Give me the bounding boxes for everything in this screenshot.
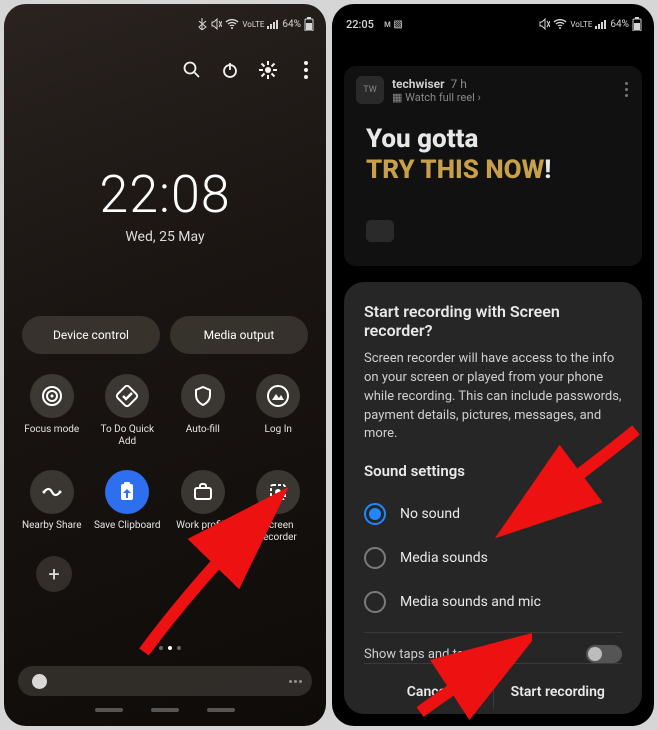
nav-bar: [4, 708, 326, 724]
shield-icon: [181, 374, 225, 418]
status-bar: VoLTE 64%: [4, 4, 326, 38]
tile-to-do-quick-add[interactable]: To Do Quick Add: [92, 374, 162, 448]
tile-label: Nearby Share: [22, 520, 82, 542]
tile-label: Work profile: [176, 520, 229, 542]
tile-save-clipboard[interactable]: Save Clipboard: [92, 470, 162, 544]
tile-label: Log In: [265, 424, 292, 446]
radio-label: Media sounds: [400, 550, 488, 566]
bluetooth-icon: [197, 18, 207, 30]
check-icon: [105, 374, 149, 418]
kebab-icon[interactable]: [296, 60, 316, 80]
cancel-button[interactable]: Cancel: [364, 676, 493, 708]
clipboard-icon: [105, 470, 149, 514]
gear-icon[interactable]: [258, 60, 278, 80]
device-control-label: Device control: [53, 328, 129, 342]
post-username[interactable]: techwiser: [392, 77, 445, 91]
radio-icon: [364, 547, 386, 569]
search-icon[interactable]: [182, 60, 202, 80]
start-recording-button[interactable]: Start recording: [494, 676, 623, 708]
tile-label: Screen recorder: [243, 520, 313, 544]
post-age: 7 h: [451, 77, 467, 91]
brightness-thumb[interactable]: [32, 674, 47, 689]
recorder-permission-sheet: Start recording with Screen recorder? Sc…: [344, 282, 642, 714]
media-output-button[interactable]: Media output: [170, 316, 308, 354]
mute-icon: [538, 18, 550, 30]
tile-label: Save Clipboard: [94, 520, 161, 542]
show-taps-toggle[interactable]: [586, 645, 622, 663]
share-icon: [30, 470, 74, 514]
power-icon[interactable]: [220, 60, 240, 80]
tile-log-in[interactable]: Log In: [243, 374, 313, 448]
show-taps-label: Show taps and touches: [364, 647, 499, 662]
reel-icon: [366, 220, 394, 242]
mute-icon: [210, 18, 222, 30]
clock-block: 22:08 Wed, 25 May: [4, 164, 326, 245]
post-subline[interactable]: Watch full reel: [405, 91, 475, 104]
volte-label: VoLTE: [242, 20, 264, 29]
tile-screen-recorder[interactable]: Screen recorder: [243, 470, 313, 544]
post-card[interactable]: TW techwiser 7 h ▦ Watch full reel › You…: [344, 66, 642, 266]
wifi-icon: [225, 19, 239, 29]
quick-tiles-grid: Focus mode To Do Quick Add Auto-fill Log In…: [14, 374, 316, 544]
radio-icon: [364, 591, 386, 613]
volte-label: VoLTE: [570, 20, 592, 29]
clock-time: 22:08: [4, 164, 326, 225]
chevron-right-icon: ›: [478, 91, 481, 104]
sound-option-no-sound[interactable]: No sound: [364, 492, 622, 536]
clock-date: Wed, 25 May: [4, 229, 326, 245]
tile-label: To Do Quick Add: [92, 424, 162, 448]
radio-label: Media sounds and mic: [400, 594, 541, 610]
sound-option-media-sounds-and-mic[interactable]: Media sounds and mic: [364, 580, 622, 624]
add-tile-button[interactable]: +: [36, 556, 72, 592]
battery-icon: [632, 17, 642, 31]
battery-percent: 64%: [282, 19, 301, 30]
status-time: 22:05: [346, 18, 374, 31]
tile-focus-mode[interactable]: Focus mode: [17, 374, 87, 448]
post-menu-icon[interactable]: [625, 82, 628, 97]
signal-icon: [267, 19, 279, 29]
radio-label: No sound: [400, 506, 460, 522]
status-bar: 22:05 ᴍ ▧ VoLTE 64%: [332, 4, 654, 38]
brightness-menu-icon[interactable]: [289, 680, 302, 683]
device-control-button[interactable]: Device control: [22, 316, 160, 354]
media-output-label: Media output: [204, 328, 275, 342]
briefcase-icon: [181, 470, 225, 514]
radio-icon: [364, 503, 386, 525]
quick-panel-actions: [182, 60, 316, 80]
sound-settings-label: Sound settings: [364, 462, 622, 480]
tile-label: Focus mode: [24, 424, 79, 446]
record-icon: [256, 470, 300, 514]
sound-option-media-sounds[interactable]: Media sounds: [364, 536, 622, 580]
tile-label: Auto-fill: [186, 424, 220, 446]
left-screenshot: VoLTE 64% 22:08 Wed, 25 May Device contr…: [4, 4, 326, 726]
avatar[interactable]: TW: [356, 76, 384, 104]
mountain-icon: [256, 374, 300, 418]
tile-nearby-share[interactable]: Nearby Share: [17, 470, 87, 544]
target-icon: [30, 374, 74, 418]
sheet-body: Screen recorder will have access to the …: [364, 350, 622, 444]
right-screenshot: 22:05 ᴍ ▧ VoLTE 64% TW techwiser 7 h ▦ W…: [332, 4, 654, 726]
tile-auto-fill[interactable]: Auto-fill: [168, 374, 238, 448]
brightness-slider[interactable]: [18, 666, 312, 696]
battery-percent: 64%: [610, 19, 629, 30]
post-headline: You gotta TRY THIS NOW!: [344, 114, 642, 196]
wifi-icon: [553, 19, 567, 29]
sheet-title: Start recording with Screen recorder?: [364, 302, 622, 340]
signal-icon: [595, 19, 607, 29]
tile-work-profile[interactable]: Work profile: [168, 470, 238, 544]
battery-icon: [304, 17, 314, 31]
page-indicator: [4, 646, 326, 650]
